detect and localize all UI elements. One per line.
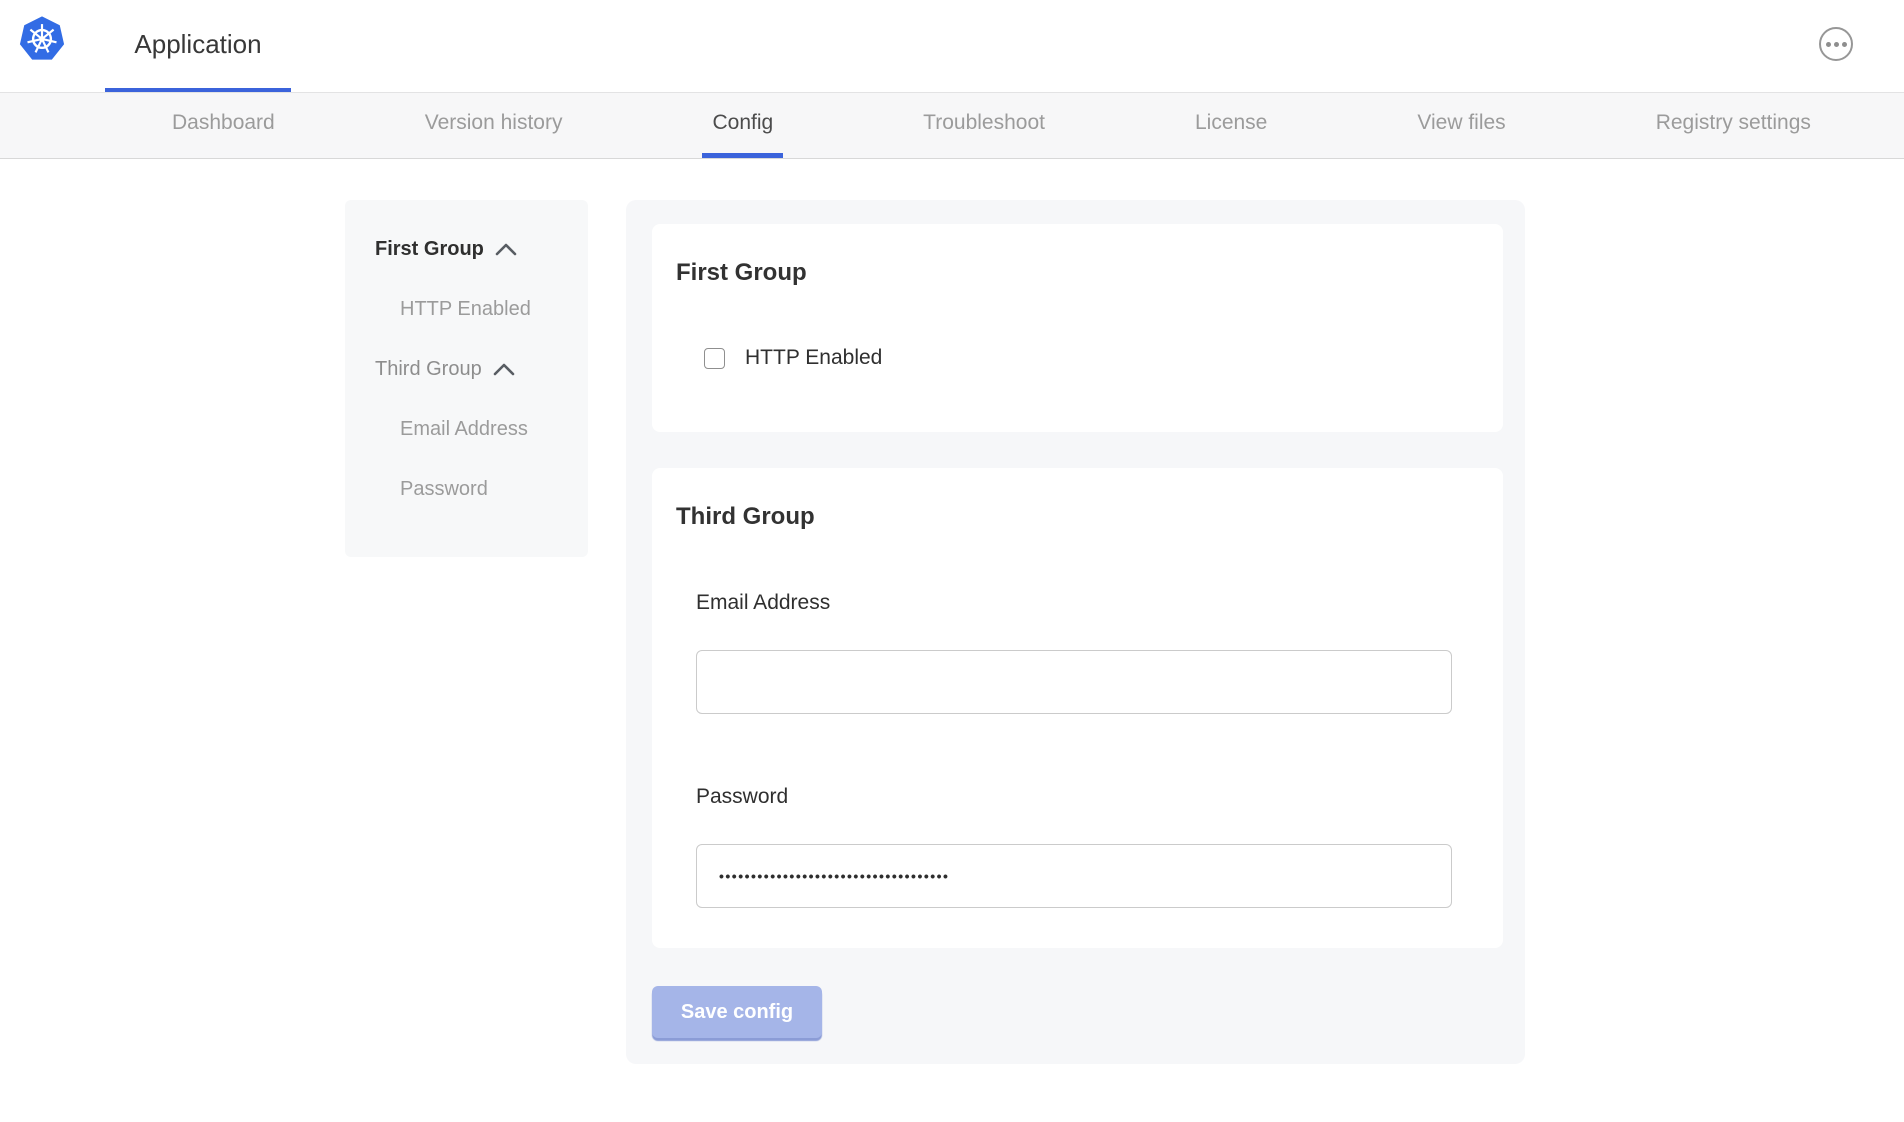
sidebar-item-http-enabled[interactable]: HTTP Enabled bbox=[345, 296, 588, 322]
tab-registry-settings[interactable]: Registry settings bbox=[1646, 93, 1821, 158]
ellipsis-icon bbox=[1826, 42, 1847, 47]
app-header: Application bbox=[0, 0, 1904, 93]
tab-application[interactable]: Application bbox=[105, 0, 291, 92]
sidebar-item-password[interactable]: Password bbox=[345, 476, 588, 502]
save-config-button[interactable]: Save config bbox=[652, 986, 822, 1038]
sidebar-item-first-group[interactable]: First Group bbox=[345, 236, 588, 262]
group-title: Third Group bbox=[676, 502, 1459, 532]
tab-view-files[interactable]: View files bbox=[1407, 93, 1515, 158]
tab-version-history[interactable]: Version history bbox=[415, 93, 573, 158]
config-group-card-third: Third Group Email Address Password bbox=[652, 468, 1503, 948]
email-address-input[interactable] bbox=[696, 650, 1452, 714]
tab-config[interactable]: Config bbox=[702, 93, 783, 158]
sidebar-item-third-group[interactable]: Third Group bbox=[345, 356, 588, 382]
sidebar-item-label: HTTP Enabled bbox=[400, 298, 531, 321]
kubernetes-logo-icon bbox=[18, 14, 66, 62]
group-title: First Group bbox=[676, 258, 1459, 288]
sidebar-item-label: Third Group bbox=[375, 358, 482, 381]
tab-dashboard[interactable]: Dashboard bbox=[162, 93, 285, 158]
sidebar-item-email-address[interactable]: Email Address bbox=[345, 416, 588, 442]
http-enabled-checkbox[interactable] bbox=[704, 348, 725, 369]
chevron-up-icon bbox=[493, 363, 515, 376]
tab-license[interactable]: License bbox=[1185, 93, 1277, 158]
password-input[interactable] bbox=[696, 844, 1452, 908]
checkbox-label[interactable]: HTTP Enabled bbox=[745, 346, 882, 370]
sidebar-item-label: First Group bbox=[375, 238, 484, 261]
app-subnav: Dashboard Version history Config Trouble… bbox=[0, 93, 1904, 159]
email-address-label: Email Address bbox=[696, 590, 1459, 616]
config-group-card-first: First Group HTTP Enabled bbox=[652, 224, 1503, 432]
chevron-up-icon bbox=[495, 243, 517, 256]
password-label: Password bbox=[696, 784, 1459, 810]
config-group-nav: First Group HTTP Enabled Third Group Ema… bbox=[345, 200, 588, 557]
sidebar-item-label: Email Address bbox=[400, 418, 528, 441]
sidebar-item-label: Password bbox=[400, 478, 488, 501]
more-options-button[interactable] bbox=[1819, 27, 1853, 61]
tab-troubleshoot[interactable]: Troubleshoot bbox=[913, 93, 1055, 158]
config-form-panel: First Group HTTP Enabled Third Group Ema… bbox=[626, 200, 1525, 1064]
